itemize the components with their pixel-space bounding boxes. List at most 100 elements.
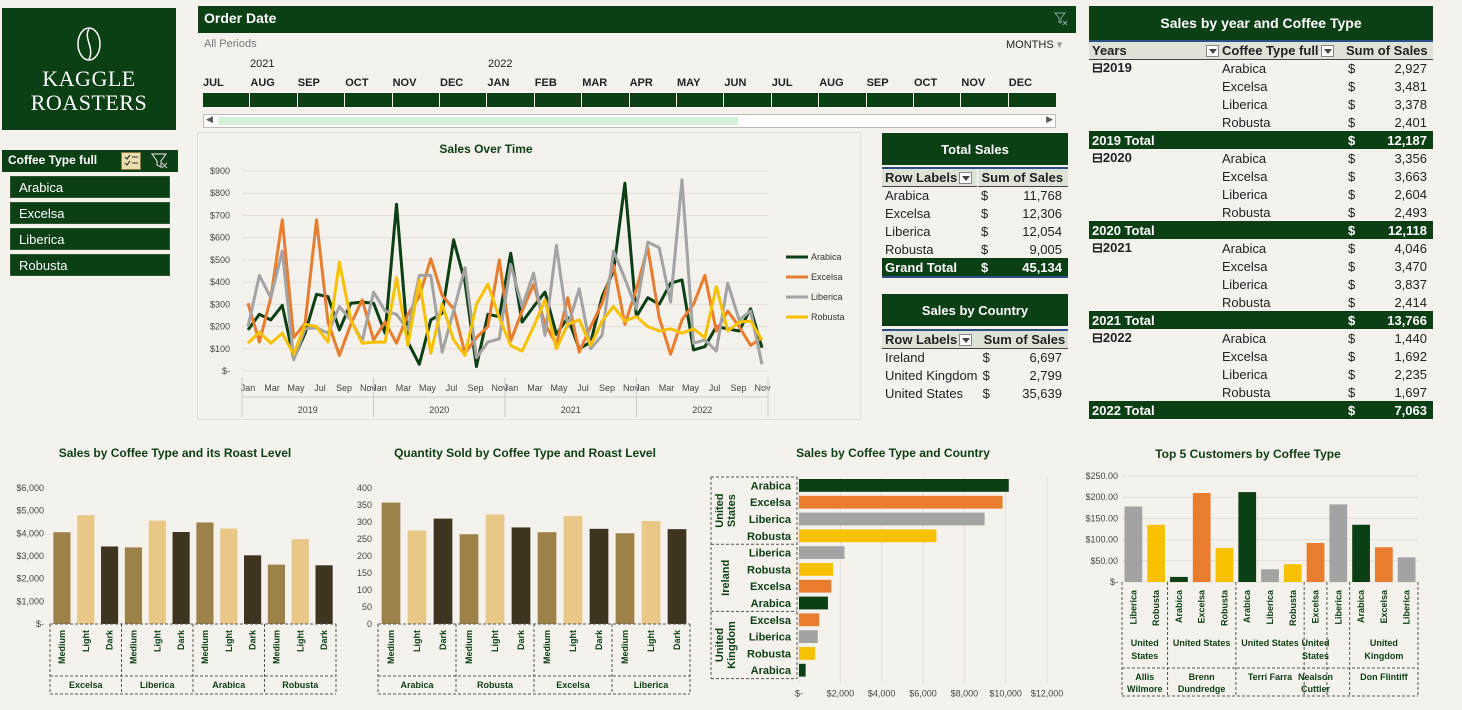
group-label: Excelsa [69, 680, 104, 690]
table-cell: 2021 Total [1092, 312, 1155, 328]
slicer-item-excelsa[interactable]: Excelsa [10, 202, 170, 224]
timeline-month[interactable]: JAN [487, 77, 527, 89]
timeline-month[interactable]: APR [630, 77, 670, 89]
filter-dropdown-icon [1320, 45, 1334, 58]
table-cell [1219, 311, 1343, 329]
table-cell: 2020 Total [1092, 222, 1155, 238]
clear-filter-icon[interactable] [150, 152, 170, 170]
timeline-month[interactable]: SEP [298, 77, 338, 89]
y-tick-label: Arabica [751, 480, 792, 492]
table-cell [1089, 185, 1219, 203]
timeline-month[interactable]: DEC [1009, 77, 1049, 89]
timeline-month[interactable]: FEB [535, 77, 575, 89]
table-cell: Arabica [1222, 150, 1267, 166]
table-cell: 2,604 [1394, 186, 1427, 202]
table-cell: $ [1348, 186, 1356, 202]
timeline-month[interactable]: AUG [819, 77, 859, 89]
table-cell: Robusta [1222, 294, 1271, 310]
year-label: ⊟2019 [1092, 60, 1132, 76]
table-cell: Liberica [1222, 186, 1268, 202]
timeline-month[interactable]: JUN [724, 77, 764, 89]
multi-select-icon[interactable] [121, 152, 141, 170]
column-header[interactable]: Coffee Type full [1219, 41, 1343, 59]
table-cell: 35,639 [1022, 385, 1062, 401]
group-label: Robusta [477, 680, 514, 690]
x-tick-label: $12,000 [1031, 689, 1064, 699]
table-cell: United Kingdom [885, 367, 978, 383]
column-header[interactable]: Row Labels [882, 168, 979, 186]
total-sales-table: Row Labels Sum of Sales Arabica $11,768 Ex… [882, 167, 1068, 278]
timeline-month[interactable]: OCT [345, 77, 385, 89]
table-cell: 3,378 [1394, 96, 1427, 112]
timeline-title: Order Date [204, 10, 277, 26]
table-cell: Grand Total [885, 259, 957, 275]
table-cell: 2,799 [1029, 367, 1062, 383]
chart-title: Sales Over Time [439, 142, 532, 156]
table-cell: 4,046 [1394, 240, 1427, 256]
timeline-month[interactable]: DEC [440, 77, 480, 89]
table-row: Excelsa $3,481 [1089, 77, 1433, 95]
table-cell: $ [1348, 330, 1356, 346]
x-tick-label: Mar [659, 383, 675, 393]
y-tick-label: $100 [210, 344, 230, 354]
slicer-item-arabica[interactable]: Arabica [10, 176, 170, 198]
bar [1170, 576, 1188, 582]
table-cell: 1,440 [1394, 330, 1427, 346]
slicer-item-liberica[interactable]: Liberica [10, 228, 170, 250]
timeline-month[interactable]: SEP [867, 77, 907, 89]
bar [537, 532, 557, 624]
timeline-bar[interactable] [203, 93, 1056, 107]
timeline-periods: All Periods [204, 38, 257, 50]
y-tick-label: 50 [362, 602, 372, 612]
y-tick-label: 0 [367, 619, 372, 629]
clear-filter-icon[interactable] [1054, 12, 1068, 26]
x-tick-label: Jul [314, 383, 326, 393]
slicer-item-robusta[interactable]: Robusta [10, 254, 170, 276]
table-cell: $ [1348, 402, 1356, 418]
timeline-level[interactable]: MONTHS ▾ [1006, 38, 1062, 51]
table-row: ⊟2020 Arabica $3,356 [1089, 149, 1433, 167]
column-header[interactable]: Years [1089, 41, 1219, 59]
table-cell: 3,470 [1394, 258, 1427, 274]
timeline-month[interactable]: MAR [582, 77, 622, 89]
y-tick-label: $150.00 [1085, 513, 1118, 523]
bar [196, 522, 214, 624]
country-label: United States [1173, 638, 1231, 648]
timeline-month[interactable]: JUL [772, 77, 812, 89]
total-row: 2022 Total $7,063 [1089, 401, 1433, 419]
bar [799, 630, 818, 643]
x-tick-label: Liberica [1265, 589, 1275, 625]
table-cell: $ [982, 367, 990, 383]
timeline-month[interactable]: NOV [961, 77, 1001, 89]
table-row: Robusta $2,401 [1089, 113, 1433, 131]
bar [291, 539, 309, 624]
timeline-month[interactable]: OCT [914, 77, 954, 89]
country-label: States [1131, 651, 1158, 661]
x-tick-label: Excelsa [1311, 589, 1321, 624]
x-tick-label: Light [224, 630, 234, 652]
y-tick-label: Robusta [747, 648, 792, 660]
table-cell: United States [885, 385, 964, 401]
table-row: Liberica $3,378 [1089, 95, 1433, 113]
table-row: Excelsa $12,306 [882, 204, 1068, 222]
y-tick-label: $6,000 [16, 483, 44, 493]
year-label: ⊟2021 [1092, 240, 1132, 255]
customer-label: Brenn [1189, 672, 1215, 682]
table-cell: 11,768 [1023, 187, 1062, 203]
x-tick-label: Sep [467, 383, 483, 393]
timeline-scrollbar[interactable]: ◀ ▶ [203, 114, 1056, 128]
column-header: Sum of Sales [977, 168, 1068, 186]
column-header[interactable]: Row Labels [882, 330, 981, 348]
timeline-month[interactable]: MAY [677, 77, 717, 89]
x-tick-label: Medium [271, 630, 281, 664]
timeline-month[interactable]: AUG [250, 77, 290, 89]
bar [799, 613, 820, 627]
x-tick-label: Sep [336, 383, 352, 393]
timeline-year-2022: 2022 [488, 58, 513, 70]
customer-label: Terri Farra [1248, 672, 1293, 682]
table-row: ⊟2019 Arabica $2,927 [1089, 59, 1433, 77]
table-cell [1219, 131, 1343, 149]
timeline-month[interactable]: NOV [393, 77, 433, 89]
bar [1261, 569, 1279, 582]
timeline-month[interactable]: JUL [203, 77, 243, 89]
